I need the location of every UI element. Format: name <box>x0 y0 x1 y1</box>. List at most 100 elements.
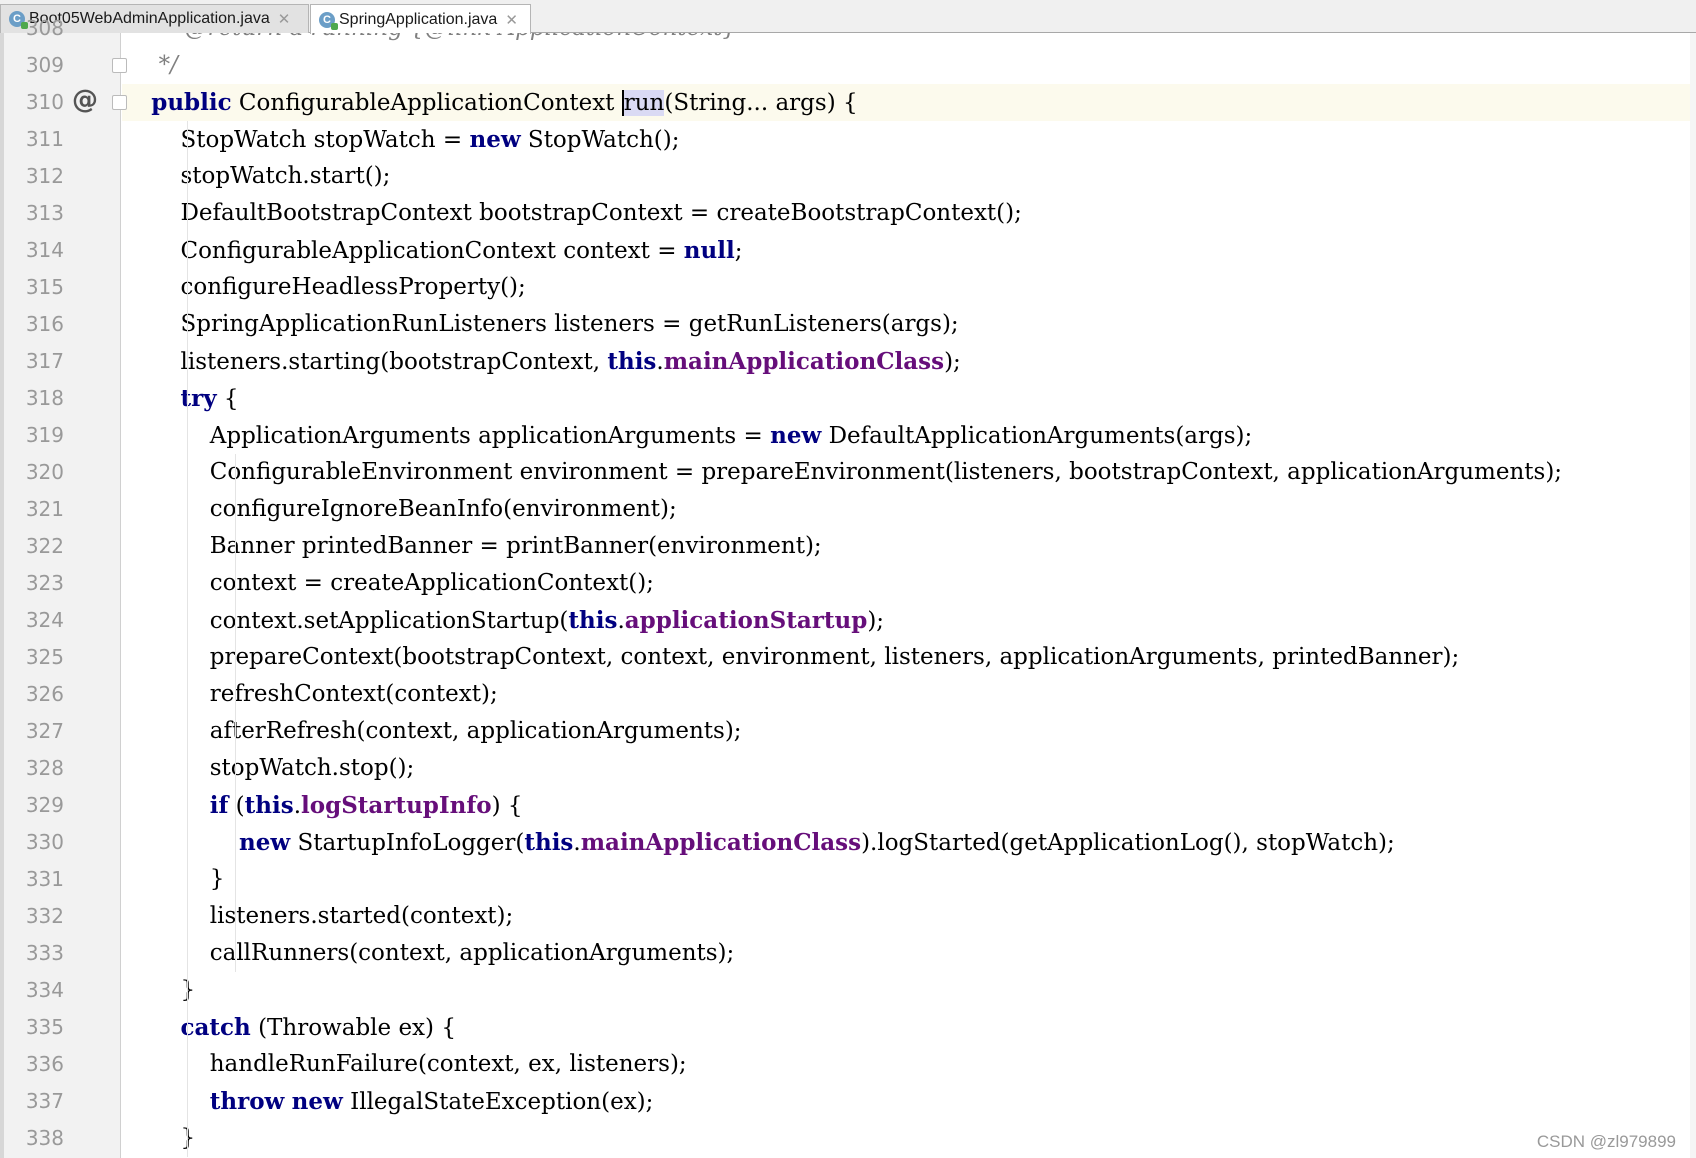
keyword-token: new <box>770 422 822 449</box>
line-number: 319 <box>25 423 64 447</box>
line-number: 310 <box>25 90 64 114</box>
line-number: 309 <box>25 53 64 77</box>
code-token: context.setApplicationStartup( <box>122 608 569 634</box>
line-number: 337 <box>25 1089 64 1113</box>
watermark: CSDN @zl979899 <box>1536 1132 1676 1151</box>
code-line[interactable]: public ConfigurableApplicationContext ru… <box>122 84 1696 121</box>
line-number: 336 <box>25 1052 64 1076</box>
code-token: configureIgnoreBeanInfo(environment); <box>122 496 677 522</box>
code-line[interactable]: try { <box>122 380 1696 417</box>
line-number: 316 <box>25 312 64 336</box>
code-token: . <box>573 830 581 856</box>
code-token: ConfigurableEnvironment environment = pr… <box>122 459 1563 485</box>
code-token: configureHeadlessProperty(); <box>122 274 526 300</box>
field-token: mainApplicationClass <box>663 348 945 375</box>
line-number: 326 <box>25 682 64 706</box>
code-token: StopWatch(); <box>520 127 680 153</box>
code-line[interactable]: configureHeadlessProperty(); <box>122 269 1696 306</box>
code-token: StopWatch stopWatch = <box>122 127 470 153</box>
code-line[interactable]: if (this.logStartupInfo) { <box>122 787 1696 824</box>
code-line[interactable]: } <box>122 861 1696 898</box>
comment-token: */ <box>158 52 178 78</box>
code-line[interactable]: refreshContext(context); <box>122 676 1696 713</box>
code-token: } <box>122 1125 196 1151</box>
code-line[interactable]: callRunners(context, applicationArgument… <box>122 935 1696 972</box>
code-token: (String... args) { <box>664 90 858 116</box>
code-token: listeners.starting(bootstrapContext, <box>122 349 608 375</box>
code-line[interactable]: prepareContext(bootstrapContext, context… <box>122 639 1696 676</box>
code-line[interactable]: ConfigurableEnvironment environment = pr… <box>122 454 1696 491</box>
code-line[interactable]: DefaultBootstrapContext bootstrapContext… <box>122 195 1696 232</box>
code-token: ConfigurableApplicationContext context = <box>122 238 684 264</box>
code-token: SpringApplicationRunListeners listeners … <box>122 311 959 337</box>
code-token: ApplicationArguments applicationArgument… <box>122 423 771 449</box>
line-number: 322 <box>25 534 64 558</box>
tab-springapplication[interactable]: C SpringApplication.java ✕ <box>310 4 531 34</box>
line-number: 314 <box>25 238 64 262</box>
line-number: 338 <box>25 1126 64 1150</box>
line-number: 330 <box>25 830 64 854</box>
method-name-highlighted: run <box>621 90 665 116</box>
code-line[interactable]: context = createApplicationContext(); <box>122 565 1696 602</box>
java-class-icon: C <box>319 11 338 30</box>
code-line[interactable]: StopWatch stopWatch = new StopWatch(); <box>122 121 1696 158</box>
code-line[interactable]: handleRunFailure(context, ex, listeners)… <box>122 1046 1696 1083</box>
code-line[interactable]: } <box>122 1120 1696 1157</box>
code-token: . <box>656 349 664 375</box>
code-line[interactable]: } <box>122 972 1696 1009</box>
fold-marker-icon[interactable] <box>112 58 127 73</box>
code-line[interactable]: listeners.started(context); <box>122 898 1696 935</box>
line-number: 332 <box>25 904 64 928</box>
code-line[interactable]: stopWatch.stop(); <box>122 750 1696 787</box>
close-tab-icon[interactable]: ✕ <box>278 10 291 28</box>
code-line[interactable]: ConfigurableApplicationContext context =… <box>122 232 1696 269</box>
code-token: DefaultBootstrapContext bootstrapContext… <box>122 200 1022 226</box>
line-number-gutter[interactable]: 308 309 310 311 312 313 314 315 316 317 318 319 320 3… <box>0 16 121 1158</box>
code-token: IllegalStateException(ex); <box>342 1089 654 1115</box>
code-line[interactable]: stopWatch.start(); <box>122 158 1696 195</box>
code-token: . <box>293 793 302 819</box>
code-token: stopWatch.stop(); <box>122 755 415 781</box>
fold-marker-icon[interactable] <box>112 95 127 110</box>
field-token: mainApplicationClass <box>580 829 862 856</box>
comment-text: * @return a running {@link ApplicationCo… <box>122 33 737 41</box>
tab-label: Boot05WebAdminApplication.java <box>29 10 270 27</box>
code-token: DefaultApplicationArguments(args); <box>821 423 1253 449</box>
code-token: ) { <box>491 793 523 819</box>
keyword-token: this <box>568 607 618 634</box>
line-number: 312 <box>25 164 64 188</box>
override-marker-icon[interactable]: @ <box>72 85 98 115</box>
code-line[interactable]: afterRefresh(context, applicationArgumen… <box>122 713 1696 750</box>
code-token: { <box>216 386 239 412</box>
code-token: ConfigurableApplicationContext <box>231 90 622 116</box>
code-line[interactable]: Banner printedBanner = printBanner(envir… <box>122 528 1696 565</box>
line-number: 329 <box>25 793 64 817</box>
line-number: 324 <box>25 608 64 632</box>
code-editor[interactable]: * @return a running {@link ApplicationCo… <box>122 33 1696 1158</box>
keyword-token: new <box>291 1088 343 1115</box>
line-number: 327 <box>25 719 64 743</box>
close-tab-icon[interactable]: ✕ <box>505 11 518 29</box>
code-token: } <box>122 977 196 1003</box>
code-line[interactable]: ApplicationArguments applicationArgument… <box>122 417 1696 454</box>
code-line[interactable]: catch (Throwable ex) { <box>122 1009 1696 1046</box>
code-line[interactable]: listeners.starting(bootstrapContext, thi… <box>122 343 1696 380</box>
code-line[interactable]: */ <box>122 47 1696 84</box>
code-line[interactable]: configureIgnoreBeanInfo(environment); <box>122 491 1696 528</box>
keyword-token: this <box>244 792 294 819</box>
code-line[interactable]: SpringApplicationRunListeners listeners … <box>122 306 1696 343</box>
vertical-scrollbar[interactable] <box>1690 33 1696 1158</box>
line-number: 320 <box>25 460 64 484</box>
code-token: listeners.started(context); <box>122 903 514 929</box>
code-line[interactable]: new StartupInfoLogger(this.mainApplicati… <box>122 824 1696 861</box>
code-token: callRunners(context, applicationArgument… <box>122 940 735 966</box>
line-number: 334 <box>25 978 64 1002</box>
code-token: handleRunFailure(context, ex, listeners)… <box>122 1051 687 1077</box>
code-token: ( <box>228 793 245 819</box>
code-line[interactable]: context.setApplicationStartup(this.appli… <box>122 602 1696 639</box>
code-line[interactable]: * @return a running {@link ApplicationCo… <box>122 33 1696 47</box>
code-token: ; <box>734 238 743 264</box>
code-line[interactable]: throw new IllegalStateException(ex); <box>122 1083 1696 1120</box>
